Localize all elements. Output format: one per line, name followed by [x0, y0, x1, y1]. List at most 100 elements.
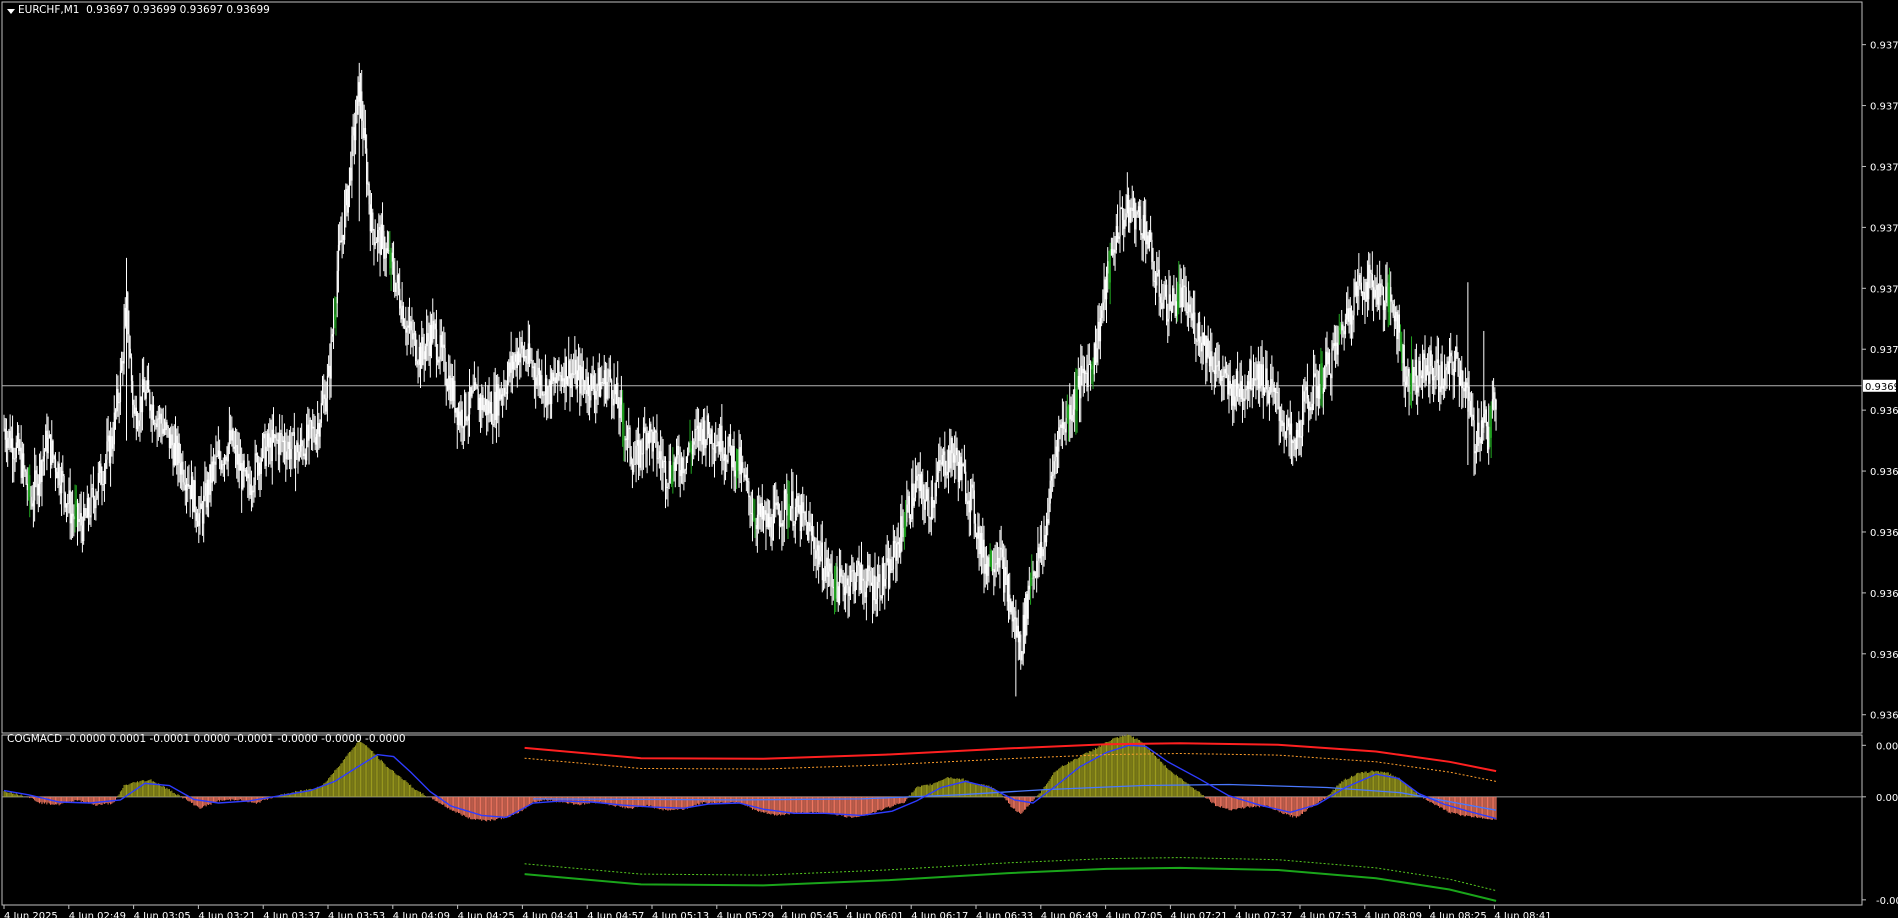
- candle-body: [53, 456, 55, 460]
- candle-body: [927, 489, 929, 501]
- candle-body: [1286, 426, 1288, 439]
- candle-body: [106, 441, 108, 460]
- candle-body: [1281, 420, 1283, 427]
- candle-body: [1217, 360, 1219, 367]
- candle-body: [339, 240, 341, 245]
- candle-body: [19, 447, 21, 452]
- candle-body: [393, 261, 395, 280]
- candle-body: [1185, 287, 1187, 314]
- candle-body: [352, 127, 354, 136]
- price-candles[interactable]: [3, 62, 1497, 697]
- candle-body: [1406, 376, 1408, 386]
- candle-body: [246, 470, 248, 479]
- candle-body: [192, 476, 194, 512]
- chart-menu-icon[interactable]: [7, 9, 15, 14]
- candle-body: [1219, 370, 1222, 381]
- candle-body: [940, 462, 942, 465]
- candle-body: [161, 423, 163, 434]
- candle-body: [923, 498, 925, 510]
- candle-body: [961, 463, 963, 481]
- candle-body: [341, 234, 343, 243]
- candle-body: [433, 320, 435, 324]
- candle-body: [981, 532, 983, 558]
- candle-body: [1104, 279, 1106, 300]
- candle-body: [303, 453, 305, 456]
- candle-body: [54, 459, 57, 472]
- candle-body: [216, 455, 218, 457]
- candle-body: [799, 505, 801, 532]
- candle-body: [922, 481, 924, 499]
- candle-body: [558, 360, 560, 376]
- candle-body: [1279, 420, 1282, 422]
- candle-body: [446, 385, 449, 390]
- candle-body: [1008, 594, 1010, 602]
- symbol-label: EURCHF,M1: [18, 4, 80, 16]
- candle-body: [1346, 308, 1348, 320]
- candle-body: [322, 398, 324, 404]
- candle-body: [865, 581, 868, 598]
- candle-body: [1227, 374, 1229, 395]
- candle-body: [307, 424, 309, 441]
- candle-body: [1290, 423, 1293, 443]
- candle-body: [83, 507, 85, 542]
- candle-body: [1322, 387, 1325, 394]
- candle-body: [1132, 198, 1135, 211]
- candle-body: [388, 250, 390, 252]
- candle-body: [1197, 321, 1200, 341]
- candle-body: [1159, 296, 1162, 303]
- candle-body: [531, 360, 533, 369]
- candle-body: [731, 446, 733, 468]
- candle-body: [1030, 577, 1032, 590]
- candle-body: [1442, 385, 1445, 389]
- candle-body: [971, 484, 973, 488]
- candle-body: [1352, 315, 1354, 320]
- candle-body: [140, 396, 142, 413]
- candle-body: [805, 519, 808, 522]
- candle-body: [1028, 585, 1031, 590]
- candle-body: [1401, 341, 1403, 364]
- candle-body: [1174, 294, 1176, 317]
- candle-body: [834, 588, 836, 599]
- candle-body: [210, 464, 212, 483]
- candle-body: [761, 502, 763, 520]
- candle-body: [524, 356, 526, 359]
- candle-body: [608, 369, 610, 378]
- candle-body: [148, 380, 150, 393]
- candle-body: [401, 305, 403, 320]
- candle-body: [995, 563, 997, 565]
- candle-body: [647, 433, 650, 444]
- candle-body: [469, 387, 471, 415]
- candle-body: [1121, 208, 1124, 220]
- candle-body: [514, 354, 516, 362]
- candle-body: [707, 415, 710, 435]
- candle-body: [247, 473, 249, 479]
- candle-body: [600, 382, 602, 397]
- candle-body: [28, 475, 30, 491]
- candle-body: [1368, 264, 1370, 300]
- candle-body: [1468, 386, 1470, 401]
- chart-canvas[interactable]: 0.93755 0.93745 0.93735 0.93725 0.93715 0.937…: [0, 0, 1898, 918]
- candle-body: [412, 333, 414, 340]
- candle-body: [1388, 287, 1391, 313]
- candle-body: [1260, 364, 1262, 386]
- candle-body: [177, 442, 179, 466]
- candle-body: [1048, 503, 1050, 524]
- candle-body: [867, 565, 869, 582]
- candle-body: [680, 457, 683, 477]
- lower-band-dotted-line: [524, 857, 1497, 892]
- price-tick-label: 0.93755: [1870, 41, 1898, 52]
- candle-body: [671, 478, 673, 485]
- price-tick-label: 0.93695: [1870, 406, 1898, 417]
- candle-body: [1177, 301, 1179, 308]
- candle-body: [484, 399, 487, 405]
- candle-body: [973, 490, 975, 524]
- candle-body: [45, 430, 47, 452]
- candle-body: [1482, 420, 1484, 428]
- candle-body: [144, 392, 146, 399]
- candle-body: [1063, 422, 1065, 429]
- candle-body: [676, 445, 678, 459]
- cogmacd-indicator[interactable]: 0.0001 0.00 -0.0002: [2, 734, 1898, 907]
- candle-body: [905, 522, 907, 528]
- candle-body: [629, 427, 631, 457]
- candle-body: [949, 450, 951, 469]
